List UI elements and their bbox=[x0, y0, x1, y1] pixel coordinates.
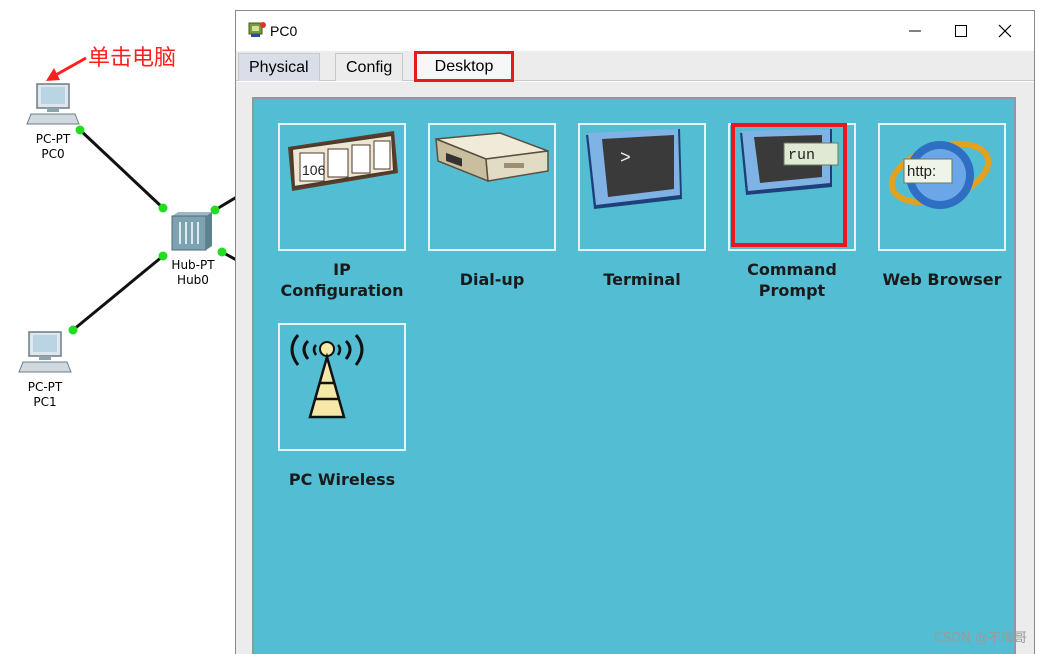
highlight-command-prompt bbox=[731, 123, 847, 247]
watermark: CSDN @不悔哥 bbox=[933, 631, 1027, 646]
close-button[interactable] bbox=[982, 17, 1028, 45]
tab-bar: Physical Config Desktop bbox=[236, 51, 1034, 82]
minimize-icon bbox=[909, 30, 921, 32]
ip-icon-text: 106 bbox=[302, 162, 326, 178]
packet-tracer-app-icon bbox=[248, 22, 266, 37]
close-icon bbox=[998, 24, 1012, 38]
maximize-button[interactable] bbox=[938, 17, 984, 45]
annotation-click-pc: 单击电脑 bbox=[88, 46, 177, 71]
terminal-icon: > bbox=[578, 123, 706, 251]
link-pc1-hub0 bbox=[72, 254, 164, 332]
device-name-label: PC0 bbox=[41, 147, 65, 161]
desktop-panel: 106 IP Configuration Dial-up > Terminal … bbox=[252, 97, 1016, 654]
device-name-label: PC1 bbox=[33, 395, 57, 409]
window-titlebar[interactable]: PC0 bbox=[236, 11, 1034, 51]
wireless-tower-icon bbox=[278, 323, 406, 451]
hub-icon bbox=[171, 212, 212, 251]
app-label: Web Browser bbox=[882, 270, 1002, 289]
topology-workspace: 单击电脑 PC-PT PC0 Hub-PT Hub0 PC-PT PC1 bbox=[0, 0, 240, 654]
device-type-label: PC-PT bbox=[35, 132, 71, 146]
minimize-button[interactable] bbox=[892, 17, 938, 45]
device-type-label: Hub-PT bbox=[171, 258, 215, 272]
web-browser-icon: http: bbox=[878, 123, 1006, 251]
device-hub0[interactable]: Hub-PT Hub0 bbox=[158, 210, 228, 288]
device-type-label: PC-PT bbox=[27, 380, 63, 394]
tab-physical[interactable]: Physical bbox=[238, 53, 320, 81]
browser-http-text: http: bbox=[907, 163, 936, 180]
link-pc0-hub0 bbox=[78, 128, 165, 210]
ip-config-icon: 106 bbox=[278, 123, 406, 251]
tab-config[interactable]: Config bbox=[335, 53, 404, 81]
window-title: PC0 bbox=[270, 23, 298, 39]
terminal-prompt-glyph: > bbox=[620, 149, 631, 169]
dialup-modem-icon bbox=[428, 123, 556, 251]
pc0-window: PC0 Physical Config Desktop 106 IP Confi… bbox=[235, 10, 1035, 654]
tab-content: 106 IP Configuration Dial-up > Terminal … bbox=[236, 82, 1034, 654]
pc-icon bbox=[18, 331, 72, 373]
device-pc1[interactable]: PC-PT PC1 bbox=[10, 326, 80, 410]
app-label: PC Wireless bbox=[288, 470, 396, 489]
tab-desktop[interactable]: Desktop bbox=[414, 51, 514, 82]
maximize-icon bbox=[955, 25, 967, 37]
pc-icon bbox=[26, 83, 80, 125]
screenshot: 单击电脑 PC-PT PC0 Hub-PT Hub0 PC-PT PC1 PC0… bbox=[0, 0, 1043, 654]
device-name-label: Hub0 bbox=[177, 273, 209, 287]
device-pc0[interactable]: PC-PT PC0 bbox=[18, 78, 88, 162]
